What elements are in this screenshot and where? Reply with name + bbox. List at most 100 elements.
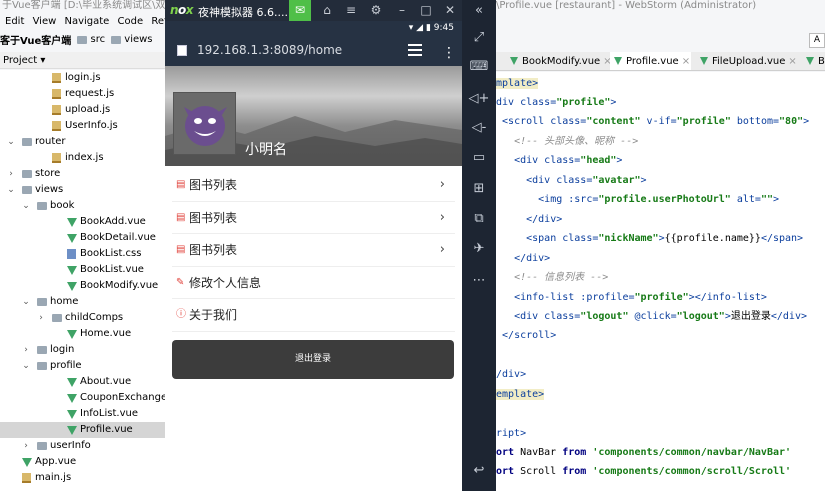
home-icon[interactable]: ⌂ xyxy=(316,0,338,21)
tree-item[interactable]: request.js xyxy=(0,86,170,102)
menu-code[interactable]: Code xyxy=(118,16,144,27)
breadcrumb-root[interactable]: 客于Vue客户端 xyxy=(0,33,71,49)
chevron-right-icon[interactable]: › xyxy=(36,310,46,326)
list-item[interactable]: ▤ 图书列表 › xyxy=(172,202,455,234)
collapse-icon[interactable]: « xyxy=(462,0,496,22)
settings-icon[interactable]: ⚙ xyxy=(365,0,387,21)
toolbar-button[interactable]: A xyxy=(809,33,825,48)
keyboard-icon[interactable]: ⌨ xyxy=(462,56,496,78)
menu-icon[interactable]: ≡ xyxy=(340,0,362,21)
chevron-down-icon[interactable]: ⌄ xyxy=(6,182,16,198)
folder-file-icon xyxy=(22,138,32,146)
tree-item[interactable]: ⌄ home xyxy=(0,294,170,310)
project-tree: login.js request.js upload.js UserInfo.js ⌄ r… xyxy=(0,70,170,491)
chevron-down-icon[interactable]: ⌄ xyxy=(21,358,31,374)
nox-logo: nox xyxy=(170,3,194,17)
menu-edit[interactable]: Edit xyxy=(5,16,24,27)
js-file-icon xyxy=(52,73,61,83)
tree-item[interactable]: BookAdd.vue xyxy=(0,214,170,230)
add-apk-icon[interactable]: ⊞ xyxy=(462,178,496,200)
code-line: <span class="nickName">{{profile.name}}<… xyxy=(526,233,804,244)
tree-item[interactable]: ⌄ profile xyxy=(0,358,170,374)
tab-profile[interactable]: Profile.vue × xyxy=(610,52,691,70)
chevron-right-icon: › xyxy=(439,209,445,225)
status-time: 9:45 xyxy=(433,23,454,33)
tree-item[interactable]: › store xyxy=(0,166,170,182)
rocket-icon[interactable]: ✈ xyxy=(462,238,496,260)
tree-item[interactable]: Home.vue xyxy=(0,326,170,342)
list-item[interactable]: ▤ 图书列表 › xyxy=(172,169,455,202)
multi-instance-icon[interactable]: ⧉ xyxy=(462,208,496,230)
vue-file-icon xyxy=(67,394,77,403)
avatar[interactable] xyxy=(173,92,236,155)
folder-file-icon xyxy=(22,186,32,194)
tree-item[interactable]: › login xyxy=(0,342,170,358)
tree-item[interactable]: BookList.css xyxy=(0,246,170,262)
chevron-down-icon[interactable]: ⌄ xyxy=(21,294,31,310)
tabs-icon[interactable] xyxy=(408,44,422,56)
close-icon[interactable]: ✕ xyxy=(439,0,461,21)
menu-view[interactable]: View xyxy=(33,16,57,27)
fullscreen-icon[interactable]: ⤢ xyxy=(462,27,496,49)
code-line: <div class="head"> xyxy=(514,155,623,166)
code-line: emplate> xyxy=(496,389,545,400)
tree-item[interactable]: About.vue xyxy=(0,374,170,390)
nickname: 小明名 xyxy=(245,142,287,158)
inbox-icon[interactable]: ✉ xyxy=(289,0,311,21)
emulator-title-bar: nox 夜神模拟器 6.6.... ✉ ⌂ ≡ ⚙ – □ ✕ xyxy=(165,0,462,21)
code-editor[interactable]: mplate> div class="profile"> <scroll cla… xyxy=(496,72,825,491)
maximize-icon[interactable]: □ xyxy=(415,0,437,21)
chevron-down-icon[interactable]: ⌄ xyxy=(6,134,16,150)
tree-item[interactable]: › userInfo xyxy=(0,438,170,454)
chevron-right-icon[interactable]: › xyxy=(6,166,16,182)
tab-bookmodify[interactable]: BookModify.vue × xyxy=(506,52,612,70)
tree-item[interactable]: App.vue xyxy=(0,454,170,470)
chevron-right-icon[interactable]: › xyxy=(21,438,31,454)
js-file-icon xyxy=(52,153,61,163)
volume-up-icon[interactable]: ◁+ xyxy=(462,88,496,110)
logout-button[interactable]: 退出登录 xyxy=(172,340,454,379)
tree-item[interactable]: main.js xyxy=(0,470,170,486)
minimize-icon[interactable]: – xyxy=(391,0,413,21)
tree-item[interactable]: BookList.vue xyxy=(0,262,170,278)
tree-item[interactable]: ⌄ book xyxy=(0,198,170,214)
tree-item[interactable]: index.js xyxy=(0,150,170,166)
book-list-icon: ▤ xyxy=(176,211,186,223)
vue-file-icon xyxy=(67,282,77,291)
tree-item[interactable]: ⌄ router xyxy=(0,134,170,150)
volume-down-icon[interactable]: ◁- xyxy=(462,117,496,139)
status-bar: ▾ ◢ ▮ 9:45 xyxy=(165,21,462,35)
breadcrumb-views[interactable]: views xyxy=(111,31,153,48)
back-icon[interactable]: ↩ xyxy=(462,460,496,482)
code-line: ort Scroll from 'components/common/scrol… xyxy=(496,466,792,477)
chevron-down-icon[interactable]: ⌄ xyxy=(21,198,31,214)
list-item[interactable]: ✎ 修改个人信息 xyxy=(172,267,455,299)
browser-url-bar[interactable]: 192.168.1.3:8089/home ⋮ xyxy=(165,35,462,66)
breadcrumb-src[interactable]: src xyxy=(77,31,105,48)
tree-item[interactable]: CouponExchange. xyxy=(0,390,170,406)
tree-item[interactable]: upload.js xyxy=(0,102,170,118)
tab-overflow[interactable]: B xyxy=(802,52,825,70)
tree-item[interactable]: › childComps xyxy=(0,310,170,326)
menu-navigate[interactable]: Navigate xyxy=(64,16,109,27)
chevron-right-icon[interactable]: › xyxy=(21,342,31,358)
tree-item[interactable]: UserInfo.js xyxy=(0,118,170,134)
tree-item[interactable]: BookModify.vue xyxy=(0,278,170,294)
project-panel-header[interactable]: Project ▾ xyxy=(0,52,170,69)
tab-fileupload[interactable]: FileUpload.vue × xyxy=(696,52,797,70)
code-line: <scroll class="content" v-if="profile" b… xyxy=(502,116,810,127)
screen-icon[interactable]: ▭ xyxy=(462,147,496,169)
overflow-menu-icon[interactable]: ⋮ xyxy=(442,38,456,69)
tree-item[interactable]: login.js xyxy=(0,70,170,86)
folder-file-icon xyxy=(37,362,47,370)
more-icon[interactable]: ⋯ xyxy=(462,270,496,292)
tree-item[interactable]: InfoList.vue xyxy=(0,406,170,422)
list-item[interactable]: ⓘ 关于我们 xyxy=(172,299,455,332)
book-list-icon: ▤ xyxy=(176,179,186,190)
tree-item[interactable]: BookDetail.vue xyxy=(0,230,170,246)
tree-item[interactable]: Profile.vue xyxy=(0,422,170,438)
tree-item-label: Profile.vue xyxy=(80,424,133,435)
list-item[interactable]: ▤ 图书列表 › xyxy=(172,234,455,267)
url-text[interactable]: 192.168.1.3:8089/home xyxy=(197,35,342,66)
tree-item[interactable]: ⌄ views xyxy=(0,182,170,198)
